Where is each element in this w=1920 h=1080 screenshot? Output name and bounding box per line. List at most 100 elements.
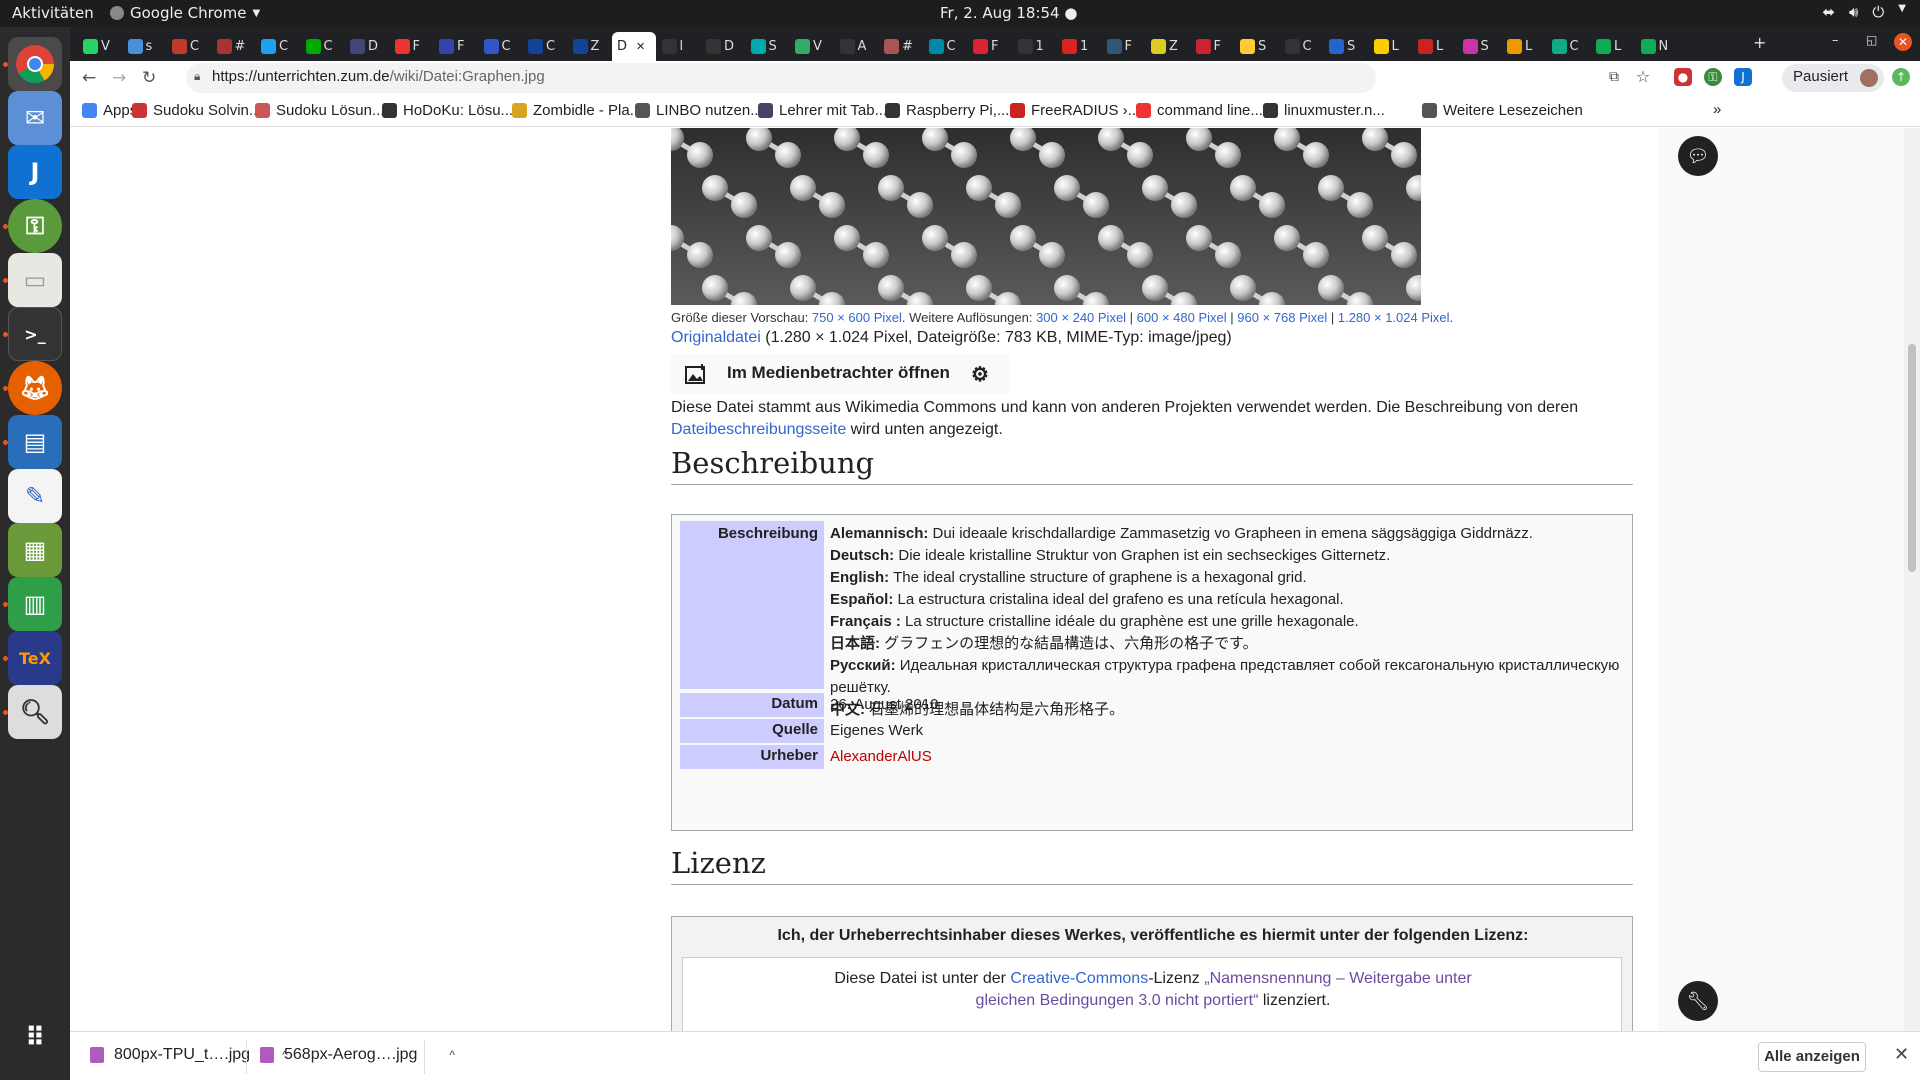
bookmark-item[interactable]: linuxmuster.n... [1263,102,1385,119]
blocked-content-icon[interactable]: ⧉ [1605,68,1623,86]
browser-tab[interactable]: S [1458,32,1495,61]
author-link[interactable]: AlexanderAlUS [830,746,1620,768]
writer-launcher[interactable]: ▤ [8,415,62,469]
terminal-launcher[interactable]: >_ [8,307,62,361]
browser-tab[interactable]: F [390,32,427,61]
browser-tab[interactable]: C [523,32,560,61]
joplin-launcher[interactable]: J [8,145,62,199]
browser-tab[interactable]: D ✕ [612,32,656,61]
bookmark-star-icon[interactable]: ☆ [1634,68,1652,86]
download-item[interactable]: 568px-Aerog….jpg ^ [260,1046,455,1064]
browser-tab[interactable]: 1 [1013,32,1050,61]
browser-tab[interactable]: S [1324,32,1361,61]
browser-tab[interactable]: # [212,32,249,61]
reload-button[interactable]: ↻ [142,68,156,88]
new-tab-button[interactable]: + [1753,33,1766,52]
bookmark-item[interactable]: FreeRADIUS ›... [1010,102,1140,119]
extension-adblock-icon[interactable]: ● [1674,68,1692,86]
original-file-link[interactable]: Originaldatei [671,329,761,346]
browser-tab[interactable]: s [123,32,160,61]
extension-joplin-icon[interactable]: J [1734,68,1752,86]
browser-tab[interactable]: C [167,32,204,61]
show-applications-button[interactable]: ⠿ [8,1011,62,1065]
app-menu[interactable]: Google Chrome ▼ [110,4,260,22]
resolution-link[interactable]: 1.280 × 1.024 Pixel [1338,310,1450,325]
media-viewer-button[interactable]: Im Medienbetrachter öffnen ⚙ [671,354,1009,394]
close-icon[interactable]: ✕ [1894,1044,1909,1065]
creative-commons-link[interactable]: Creative-Commons [1010,970,1148,987]
talk-button[interactable]: 💬︎ [1678,136,1718,176]
firefox-launcher[interactable]: 🦊︎ [8,361,62,415]
forward-button[interactable]: → [112,68,126,88]
texmaker-launcher[interactable]: TeX [8,631,62,685]
browser-tab[interactable]: # [879,32,916,61]
browser-tab[interactable]: V [78,32,115,61]
bookmark-item[interactable]: Lehrer mit Tab... [758,102,887,119]
tools-button[interactable]: 🔧︎ [1678,981,1718,1021]
bookmark-item[interactable]: Zombidle - Pla... [512,102,642,119]
maximize-button[interactable]: ◱ [1866,33,1877,47]
update-icon[interactable]: ↑ [1892,68,1910,86]
profile-button[interactable]: Pausiert [1782,64,1884,92]
chevron-up-icon[interactable]: ^ [449,1048,455,1062]
bookmark-item[interactable]: Sudoku Lösun... [255,102,384,119]
bookmark-item[interactable]: command line... [1136,102,1263,119]
browser-tab[interactable]: L [1369,32,1406,61]
bookmark-item[interactable]: Raspberry Pi,... [885,102,1009,119]
description-page-link[interactable]: Dateibeschreibungsseite [671,421,846,438]
calc-launcher[interactable]: ▥ [8,577,62,631]
browser-tab[interactable]: 1 [1057,32,1094,61]
download-item[interactable]: 800px-TPU_t….jpg ^ [90,1046,288,1064]
show-all-downloads-button[interactable]: Alle anzeigen [1758,1042,1866,1072]
preview-size-link[interactable]: 750 × 600 Pixel [812,310,902,325]
text-editor-launcher[interactable]: ✎ [8,469,62,523]
browser-tab[interactable]: F [1102,32,1139,61]
browser-tab[interactable]: l [657,32,694,61]
resolution-link[interactable]: 300 × 240 Pixel [1036,310,1126,325]
resolution-link[interactable]: 600 × 480 Pixel [1137,310,1227,325]
chrome-launcher[interactable] [8,37,62,91]
close-tab-icon[interactable]: ✕ [636,40,645,53]
back-button[interactable]: ← [82,68,96,88]
browser-tab[interactable]: F [434,32,471,61]
resolution-link[interactable]: 960 × 768 Pixel [1237,310,1327,325]
browser-tab[interactable]: Z [1146,32,1183,61]
browser-tab[interactable]: F [968,32,1005,61]
browser-tab[interactable]: C [1280,32,1317,61]
files-launcher[interactable]: ▭ [8,253,62,307]
scrollbar-thumb[interactable] [1908,344,1916,572]
gear-icon[interactable]: ⚙ [971,362,989,387]
minetest-launcher[interactable]: ▦ [8,523,62,577]
browser-tab[interactable]: D [345,32,382,61]
bookmark-item[interactable]: Weitere Lesezeichen [1422,102,1583,119]
browser-tab[interactable]: D [701,32,738,61]
clock[interactable]: Fr, 2. Aug 18:54 ● [940,4,1077,22]
graphene-image[interactable] [671,128,1421,305]
address-bar[interactable]: 🔒︎ https://unterrichten.zum.de/wiki/Date… [186,63,1376,93]
bookmark-item[interactable]: Apps [82,102,137,119]
system-tray[interactable]: ⬌ 🔊︎ ⏻ ▼ [1822,3,1906,21]
browser-tab[interactable]: L [1413,32,1450,61]
mail-launcher[interactable]: ✉ [8,91,62,145]
browser-tab[interactable]: V [790,32,827,61]
browser-tab[interactable]: L [1502,32,1539,61]
activities-button[interactable]: Aktivitäten [12,4,94,22]
bookmark-item[interactable]: LINBO nutzen... [635,102,763,119]
browser-tab[interactable]: L [1591,32,1628,61]
keepass-launcher[interactable]: ⚿ [8,199,62,253]
page-scrollbar[interactable] [1904,128,1920,1031]
browser-tab[interactable]: C [479,32,516,61]
browser-tab[interactable]: C [1547,32,1584,61]
bookmark-item[interactable]: Sudoku Solvin... [132,102,261,119]
browser-tab[interactable]: C [301,32,338,61]
close-window-button[interactable]: ✕ [1894,33,1912,51]
image-viewer-launcher[interactable]: 🔍︎ [8,685,62,739]
bookmark-item[interactable]: HoDoKu: Lösu... [382,102,513,119]
extension-keepass-icon[interactable]: ⚿ [1704,68,1722,86]
minimize-button[interactable]: – [1832,33,1839,48]
browser-tab[interactable]: S [746,32,783,61]
more-bookmarks-chevron-icon[interactable]: » [1713,101,1721,118]
browser-tab[interactable]: C [256,32,293,61]
browser-tab[interactable]: A [835,32,872,61]
browser-tab[interactable]: F [1191,32,1228,61]
